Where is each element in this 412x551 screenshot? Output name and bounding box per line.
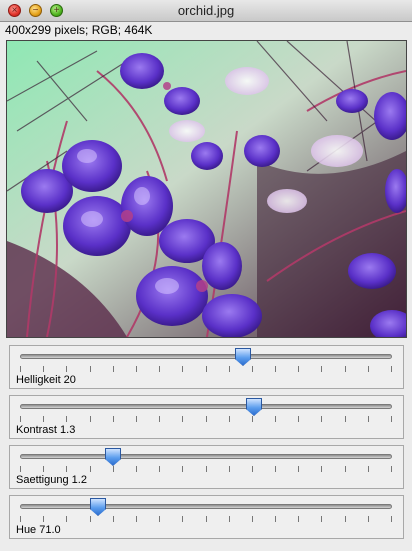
slider-tick [43, 466, 44, 472]
slider-tick [43, 416, 44, 422]
slider-tick [90, 466, 91, 472]
slider-tick [20, 366, 21, 372]
slider-tick [252, 416, 253, 422]
slider-tick [43, 366, 44, 372]
slider-tick [66, 466, 67, 472]
slider-track-saettigung[interactable] [20, 454, 392, 459]
slider-tick [229, 366, 230, 372]
slider-panel-hue: Hue 71.0 [9, 495, 404, 539]
slider-tick [113, 516, 114, 522]
slider-ticks-helligkeit [20, 366, 392, 372]
slider-ticks-saettigung [20, 466, 392, 472]
slider-ticks-kontrast [20, 416, 392, 422]
slider-tick [368, 516, 369, 522]
slider-thumb-helligkeit[interactable] [235, 348, 251, 366]
slider-tick [90, 416, 91, 422]
slider-tick [20, 516, 21, 522]
slider-tick [368, 466, 369, 472]
orchid-photo-graphic [7, 41, 406, 337]
slider-ticks-hue [20, 516, 392, 522]
slider-tick [229, 516, 230, 522]
slider-label-helligkeit: Helligkeit 20 [16, 374, 76, 386]
slider-tick [275, 466, 276, 472]
image-info: 400x299 pixels; RGB; 464K [5, 23, 153, 37]
slider-tick [113, 366, 114, 372]
slider-tick [391, 416, 392, 422]
slider-tick [159, 366, 160, 372]
slider-tick [275, 516, 276, 522]
slider-tick [66, 516, 67, 522]
slider-tick [136, 516, 137, 522]
slider-tick [90, 366, 91, 372]
slider-tick [182, 416, 183, 422]
slider-tick [275, 366, 276, 372]
slider-tick [298, 466, 299, 472]
slider-tick [20, 416, 21, 422]
slider-tick [182, 516, 183, 522]
slider-tick [321, 516, 322, 522]
slider-panel-saettigung: Saettigung 1.2 [9, 445, 404, 489]
slider-tick [252, 366, 253, 372]
slider-tick [66, 366, 67, 372]
slider-tick [206, 466, 207, 472]
slider-tick [345, 466, 346, 472]
slider-tick [275, 416, 276, 422]
slider-tick [391, 366, 392, 372]
slider-tick [391, 466, 392, 472]
slider-tick [159, 466, 160, 472]
slider-tick [391, 516, 392, 522]
window-title: orchid.jpg [177, 3, 235, 18]
slider-tick [66, 416, 67, 422]
slider-tick [90, 516, 91, 522]
slider-tick [368, 366, 369, 372]
title-bar[interactable]: × − + orchid.jpg [0, 0, 412, 22]
slider-tick [321, 366, 322, 372]
slider-panel-helligkeit: Helligkeit 20 [9, 345, 404, 389]
slider-tick [43, 516, 44, 522]
slider-panel-kontrast: Kontrast 1.3 [9, 395, 404, 439]
slider-label-saettigung: Saettigung 1.2 [16, 474, 87, 486]
slider-tick [182, 366, 183, 372]
slider-tick [252, 466, 253, 472]
slider-tick [345, 516, 346, 522]
slider-tick [368, 416, 369, 422]
slider-track-helligkeit[interactable] [20, 354, 392, 359]
slider-tick [113, 466, 114, 472]
slider-tick [136, 416, 137, 422]
slider-thumb-saettigung[interactable] [105, 448, 121, 466]
slider-tick [20, 466, 21, 472]
slider-tick [298, 416, 299, 422]
slider-tick [136, 366, 137, 372]
slider-tick [182, 466, 183, 472]
orchid-image [6, 40, 407, 338]
slider-tick [136, 466, 137, 472]
slider-track-hue[interactable] [20, 504, 392, 509]
slider-tick [159, 416, 160, 422]
slider-tick [345, 366, 346, 372]
slider-tick [229, 466, 230, 472]
slider-tick [345, 416, 346, 422]
slider-tick [252, 516, 253, 522]
slider-thumb-hue[interactable] [90, 498, 106, 516]
slider-tick [229, 416, 230, 422]
slider-label-hue: Hue 71.0 [16, 524, 61, 536]
slider-track-kontrast[interactable] [20, 404, 392, 409]
slider-tick [298, 366, 299, 372]
slider-tick [206, 516, 207, 522]
slider-tick [113, 416, 114, 422]
slider-tick [206, 416, 207, 422]
slider-tick [159, 516, 160, 522]
slider-tick [206, 366, 207, 372]
slider-label-kontrast: Kontrast 1.3 [16, 424, 76, 436]
slider-tick [321, 416, 322, 422]
slider-tick [321, 466, 322, 472]
slider-tick [298, 516, 299, 522]
image-window: × − + orchid.jpg 400x299 pixels; RGB; 46… [0, 0, 412, 551]
slider-thumb-kontrast[interactable] [246, 398, 262, 416]
